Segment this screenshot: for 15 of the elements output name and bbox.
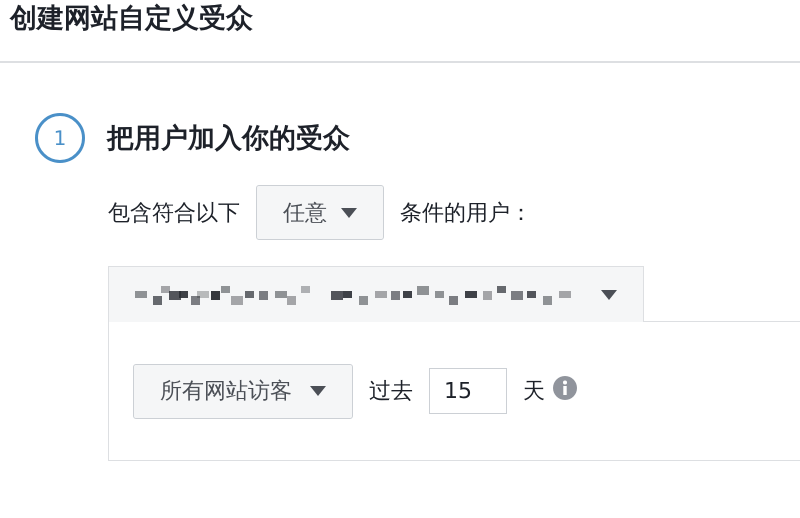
unit-label: 天 <box>523 378 545 406</box>
step-title: 把用户加入你的受众 <box>107 122 350 156</box>
before-label: 过去 <box>369 378 413 406</box>
info-icon[interactable] <box>553 376 577 400</box>
step-number: 1 <box>35 113 85 163</box>
caret-icon <box>341 208 357 218</box>
event-dropdown[interactable]: 所有网站访客 <box>133 364 353 418</box>
page-title: 创建网站自定义受众 <box>10 2 253 36</box>
days-input[interactable]: 15 <box>429 368 507 414</box>
caret-icon <box>601 290 617 300</box>
match-suffix-label: 条件的用户： <box>400 200 532 228</box>
match-dropdown[interactable]: 任意 <box>256 185 384 240</box>
caret-icon <box>310 386 326 396</box>
source-dropdown[interactable] <box>108 266 644 322</box>
match-prefix-label: 包含符合以下 <box>108 200 240 228</box>
